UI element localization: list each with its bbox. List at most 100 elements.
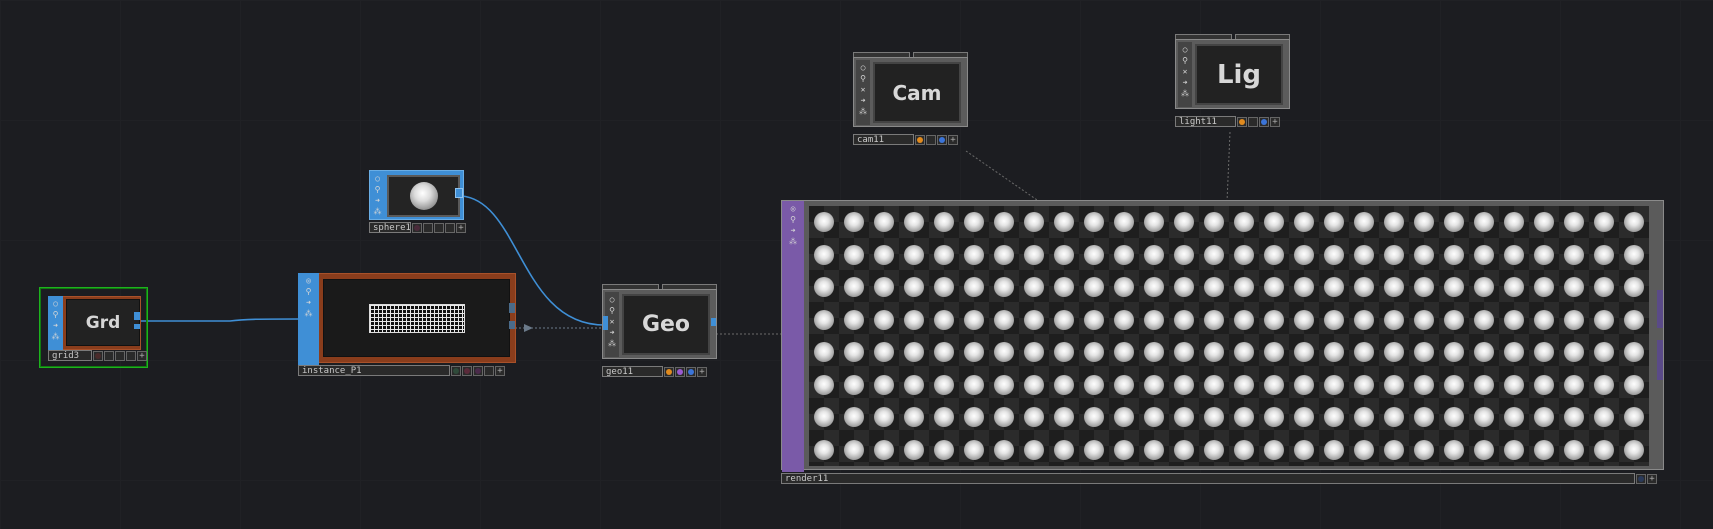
- pin-icon[interactable]: ⚲: [859, 74, 868, 83]
- display-flag[interactable]: [115, 350, 125, 361]
- geo-node-name[interactable]: geo11: [602, 366, 663, 377]
- rendered-sphere: [1594, 439, 1614, 460]
- plus-icon[interactable]: +: [137, 350, 147, 361]
- viewer-flag[interactable]: [1636, 473, 1646, 484]
- pick-flag[interactable]: [1259, 116, 1269, 127]
- grid-output-connector[interactable]: [134, 312, 140, 320]
- circle-icon[interactable]: ○: [859, 63, 868, 72]
- bug-icon[interactable]: ⁂: [608, 339, 617, 348]
- pin-icon[interactable]: ⚲: [373, 185, 382, 194]
- circle-icon[interactable]: ○: [1181, 45, 1190, 54]
- pin-icon[interactable]: ⚲: [1181, 56, 1190, 65]
- instance-node-name[interactable]: instance_P1: [298, 365, 450, 376]
- cam-node[interactable]: ○ ⚲ ✕ ➜ ⁂ Cam cam11 +: [853, 52, 968, 146]
- plus-icon[interactable]: +: [495, 365, 505, 376]
- display-flag[interactable]: [473, 365, 483, 376]
- render-preview-cell: [1589, 239, 1619, 272]
- bypass-flag[interactable]: [412, 222, 422, 233]
- circle-icon[interactable]: ◎: [789, 204, 798, 213]
- bypass-flag[interactable]: [451, 365, 461, 376]
- lock-flag[interactable]: [104, 350, 114, 361]
- rendered-sphere: [904, 407, 924, 428]
- render-preview-cell: [1109, 401, 1139, 434]
- render-preview-cell: [1619, 239, 1649, 272]
- bug-icon[interactable]: ⁂: [789, 237, 798, 246]
- rendered-sphere: [1534, 407, 1554, 428]
- instance-node[interactable]: ◎ ⚲ ➜ ⁂ instance_P1 +: [298, 273, 516, 378]
- bug-icon[interactable]: ⁂: [51, 332, 60, 341]
- instance-output-connector[interactable]: [509, 303, 515, 313]
- display-flag[interactable]: [1237, 116, 1247, 127]
- rendered-sphere: [1264, 309, 1284, 330]
- rendered-sphere: [934, 212, 954, 233]
- close-icon[interactable]: ✕: [859, 85, 868, 94]
- arrow-icon[interactable]: ➜: [304, 298, 313, 307]
- light-node[interactable]: ○ ⚲ ✕ ➜ ⁂ Lig light11 +: [1175, 34, 1290, 128]
- pick-flag[interactable]: [686, 366, 696, 377]
- display-flag[interactable]: [915, 134, 925, 145]
- grid-output-connector-2[interactable]: [134, 324, 140, 329]
- rendered-sphere: [1024, 309, 1044, 330]
- render-flag[interactable]: [445, 222, 455, 233]
- pin-icon[interactable]: ⚲: [608, 306, 617, 315]
- bug-icon[interactable]: ⁂: [859, 107, 868, 116]
- grid-node-name[interactable]: grid3: [48, 350, 92, 361]
- geo-node[interactable]: ○ ⚲ ✕ ➜ ⁂ Geo geo11 +: [602, 284, 717, 379]
- render-flag[interactable]: [675, 366, 685, 377]
- display-flag[interactable]: [434, 222, 444, 233]
- arrow-icon[interactable]: ➜: [859, 96, 868, 105]
- bug-icon[interactable]: ⁂: [304, 309, 313, 318]
- render-output-connector-2[interactable]: [1657, 340, 1663, 380]
- render-preview-cell: [1289, 239, 1319, 272]
- pick-flag[interactable]: [937, 134, 947, 145]
- geo-input-connector[interactable]: [603, 316, 608, 330]
- arrow-icon[interactable]: ➜: [789, 226, 798, 235]
- light-node-name[interactable]: light11: [1175, 116, 1236, 127]
- bug-icon[interactable]: ⁂: [373, 207, 382, 216]
- lock-flag[interactable]: [423, 222, 433, 233]
- arrow-icon[interactable]: ➜: [373, 196, 382, 205]
- rendered-sphere: [1354, 277, 1374, 298]
- sphere-node[interactable]: ○ ⚲ ➜ ⁂ sphere1 +: [369, 170, 466, 235]
- instance-output-connector-2[interactable]: [509, 321, 515, 329]
- geo-output-connector[interactable]: [711, 318, 716, 326]
- arrow-icon[interactable]: ➜: [1181, 78, 1190, 87]
- plus-icon[interactable]: +: [456, 222, 466, 233]
- rendered-sphere: [844, 212, 864, 233]
- grid-node[interactable]: ○ ⚲ ➜ ⁂ Grd grid3 +: [39, 287, 148, 368]
- pin-icon[interactable]: ⚲: [51, 310, 60, 319]
- plus-icon[interactable]: +: [697, 366, 707, 377]
- render-flag[interactable]: [484, 365, 494, 376]
- rendered-sphere: [1024, 244, 1044, 265]
- render-flag[interactable]: [926, 134, 936, 145]
- display-flag[interactable]: [664, 366, 674, 377]
- plus-icon[interactable]: +: [1647, 473, 1657, 484]
- rendered-sphere: [1504, 212, 1524, 233]
- bug-icon[interactable]: ⁂: [1181, 89, 1190, 98]
- render-node-name[interactable]: render11: [781, 473, 1635, 484]
- circle-icon[interactable]: ○: [373, 174, 382, 183]
- render-flag[interactable]: [126, 350, 136, 361]
- plus-icon[interactable]: +: [948, 134, 958, 145]
- rendered-sphere: [1234, 407, 1254, 428]
- bypass-flag[interactable]: [93, 350, 103, 361]
- plus-icon[interactable]: +: [1270, 116, 1280, 127]
- rendered-sphere: [1114, 212, 1134, 233]
- render-preview-cell: [899, 239, 929, 272]
- circle-icon[interactable]: ◎: [304, 276, 313, 285]
- circle-icon[interactable]: ○: [51, 299, 60, 308]
- lock-flag[interactable]: [462, 365, 472, 376]
- render-flag[interactable]: [1248, 116, 1258, 127]
- close-icon[interactable]: ✕: [608, 317, 617, 326]
- rendered-sphere: [1294, 374, 1314, 395]
- pin-icon[interactable]: ⚲: [304, 287, 313, 296]
- render-output-connector[interactable]: [1657, 290, 1663, 328]
- close-icon[interactable]: ✕: [1181, 67, 1190, 76]
- cam-node-name[interactable]: cam11: [853, 134, 914, 145]
- arrow-icon[interactable]: ➜: [51, 321, 60, 330]
- sphere-node-name[interactable]: sphere1: [369, 222, 411, 233]
- arrow-icon[interactable]: ➜: [608, 328, 617, 337]
- pin-icon[interactable]: ⚲: [789, 215, 798, 224]
- sphere-output-connector[interactable]: [455, 188, 463, 198]
- circle-icon[interactable]: ○: [608, 295, 617, 304]
